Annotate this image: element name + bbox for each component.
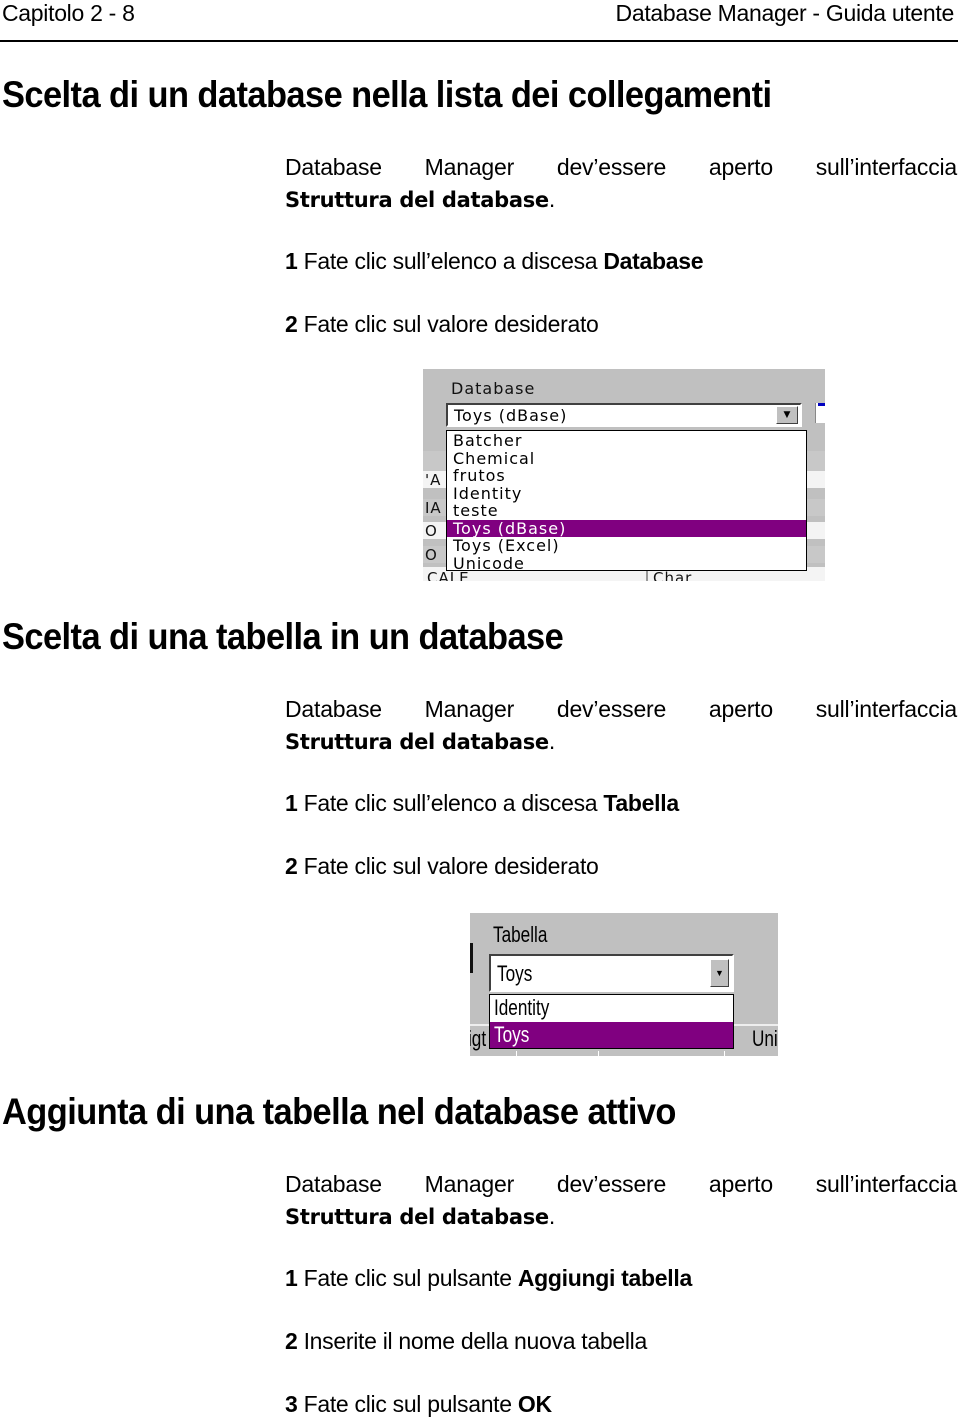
column-separator xyxy=(598,1051,599,1056)
step-number: 2 xyxy=(285,853,298,879)
step-1: 1 Fate clic sull’elenco a discesa Databa… xyxy=(285,246,704,276)
dropdown-option[interactable]: frutos xyxy=(447,467,806,485)
intro-word: Manager xyxy=(424,696,515,722)
intro-word: sull’interfaccia xyxy=(815,696,957,722)
grid-header-cell: Uni xyxy=(752,1026,778,1051)
dropdown-option[interactable]: Chemical xyxy=(447,450,806,468)
step-text: Fate clic sull’elenco a discesa xyxy=(303,248,604,274)
dropdown-option[interactable]: Identity xyxy=(447,485,806,503)
grid-cell: 'A xyxy=(425,471,442,489)
step-1: 1 Fate clic sull’elenco a discesa Tabell… xyxy=(285,788,679,818)
database-dropdown-list: Batcher Chemical frutos Identity teste T… xyxy=(446,430,807,571)
table-selected-value: Toys xyxy=(497,961,533,986)
dropdown-option[interactable]: teste xyxy=(447,502,806,520)
dropdown-option[interactable]: Unicode xyxy=(447,555,806,573)
step-2: 2 Inserite il nome della nuova tabella xyxy=(285,1326,647,1356)
intro-word: aperto xyxy=(708,696,773,722)
step-2: 2 Fate clic sul valore desiderato xyxy=(285,851,599,881)
dropdown-arrow-button[interactable]: ▼ xyxy=(710,959,729,987)
intro-word: Database xyxy=(285,154,382,180)
step-number: 1 xyxy=(285,1265,298,1291)
dropdown-option-selected[interactable]: Toys (dBase) xyxy=(447,519,806,537)
period: . xyxy=(548,728,556,754)
dropdown-arrow-button[interactable]: ▼ xyxy=(776,406,798,424)
period: . xyxy=(548,1203,556,1229)
running-header: Capitolo 2 - 8 Database Manager - Guida … xyxy=(0,0,958,42)
section-title-add-table: Aggiunta di una tabella nel database att… xyxy=(2,1091,676,1132)
table-combobox[interactable]: Toys ▼ xyxy=(489,954,734,992)
dropdown-option[interactable]: Identity xyxy=(490,995,733,1022)
grid-cell: O xyxy=(425,546,438,564)
grid-header-cell: igt xyxy=(470,1026,487,1051)
chevron-down-icon: ▼ xyxy=(715,968,724,978)
step-number: 1 xyxy=(285,790,298,816)
section-title-select-table: Scelta di una tabella in un database xyxy=(2,616,564,657)
dropdown-option-selected[interactable]: Toys xyxy=(490,1021,733,1048)
section-1-intro: Database Manager dev’essere aperto sull’… xyxy=(285,151,957,216)
divider xyxy=(470,943,473,973)
guide-title: Database Manager - Guida utente xyxy=(615,0,955,26)
intro-word: aperto xyxy=(708,154,773,180)
table-icon[interactable] xyxy=(815,403,825,423)
intro-word: dev’essere xyxy=(556,154,667,180)
column-separator xyxy=(516,1051,517,1056)
chevron-down-icon: ▼ xyxy=(783,410,791,420)
column-separator xyxy=(724,1051,725,1056)
section-2-intro: Database Manager dev’essere aperto sull’… xyxy=(285,693,957,758)
intro-word: Manager xyxy=(424,1171,515,1197)
table-dropdown-list: Identity Toys xyxy=(489,994,734,1049)
dropdown-option[interactable]: Toys (Excel) xyxy=(447,537,806,555)
step-3: 3 Fate clic sul pulsante OK xyxy=(285,1389,552,1419)
step-text: Fate clic sul valore desiderato xyxy=(297,853,599,879)
chapter-label: Capitolo 2 - 8 xyxy=(2,0,135,26)
database-dropdown-screenshot: 'A IA O O CALE Char Database Toys (dBase… xyxy=(423,369,825,581)
database-selected-value: Toys (dBase) xyxy=(454,406,568,425)
intro-word: Manager xyxy=(424,154,515,180)
step-2: 2 Fate clic sul valore desiderato xyxy=(285,309,599,339)
intro-word: sull’interfaccia xyxy=(815,154,957,180)
step-text: Fate clic sul valore desiderato xyxy=(297,311,599,337)
step-text: Fate clic sull’elenco a discesa xyxy=(303,790,604,816)
interface-name: Struttura del database xyxy=(285,1205,549,1229)
section-title-select-database: Scelta di un database nella lista dei co… xyxy=(2,74,772,115)
option-label: Identity xyxy=(494,995,550,1020)
intro-word: aperto xyxy=(708,1171,773,1197)
step-number: 1 xyxy=(285,248,298,274)
intro-word: Database xyxy=(285,1171,382,1197)
database-combobox[interactable]: Toys (dBase) ▼ xyxy=(446,403,802,427)
option-label: Toys xyxy=(494,1021,530,1047)
period: . xyxy=(548,186,556,212)
dropdown-option[interactable]: Batcher xyxy=(447,432,806,450)
intro-word: dev’essere xyxy=(556,1171,667,1197)
intro-word: dev’essere xyxy=(556,696,667,722)
intro-word: sull’interfaccia xyxy=(815,1171,957,1197)
table-dropdown-screenshot: igt Uni Tabella Toys ▼ Identity Toys xyxy=(470,913,778,1056)
step-emphasis: Database xyxy=(603,248,704,274)
database-label: Database xyxy=(451,379,536,398)
step-text: Fate clic sul pulsante xyxy=(297,1391,518,1417)
interface-name: Struttura del database xyxy=(285,730,549,754)
step-emphasis: Tabella xyxy=(603,790,679,816)
intro-word: Database xyxy=(285,696,382,722)
step-number: 2 xyxy=(285,1328,298,1354)
step-1: 1 Fate clic sul pulsante Aggiungi tabell… xyxy=(285,1263,692,1293)
grid-cell: O xyxy=(425,522,438,540)
grid-cell: IA xyxy=(425,499,442,517)
interface-name: Struttura del database xyxy=(285,188,549,212)
table-label: Tabella xyxy=(493,922,548,947)
section-3-intro: Database Manager dev’essere aperto sull’… xyxy=(285,1168,957,1233)
step-emphasis: OK xyxy=(517,1391,552,1417)
step-text: Fate clic sul pulsante xyxy=(303,1265,518,1291)
step-text: Inserite il nome della nuova tabella xyxy=(297,1328,648,1354)
step-emphasis: Aggiungi tabella xyxy=(517,1265,692,1291)
step-number: 3 xyxy=(285,1391,298,1417)
step-number: 2 xyxy=(285,311,298,337)
